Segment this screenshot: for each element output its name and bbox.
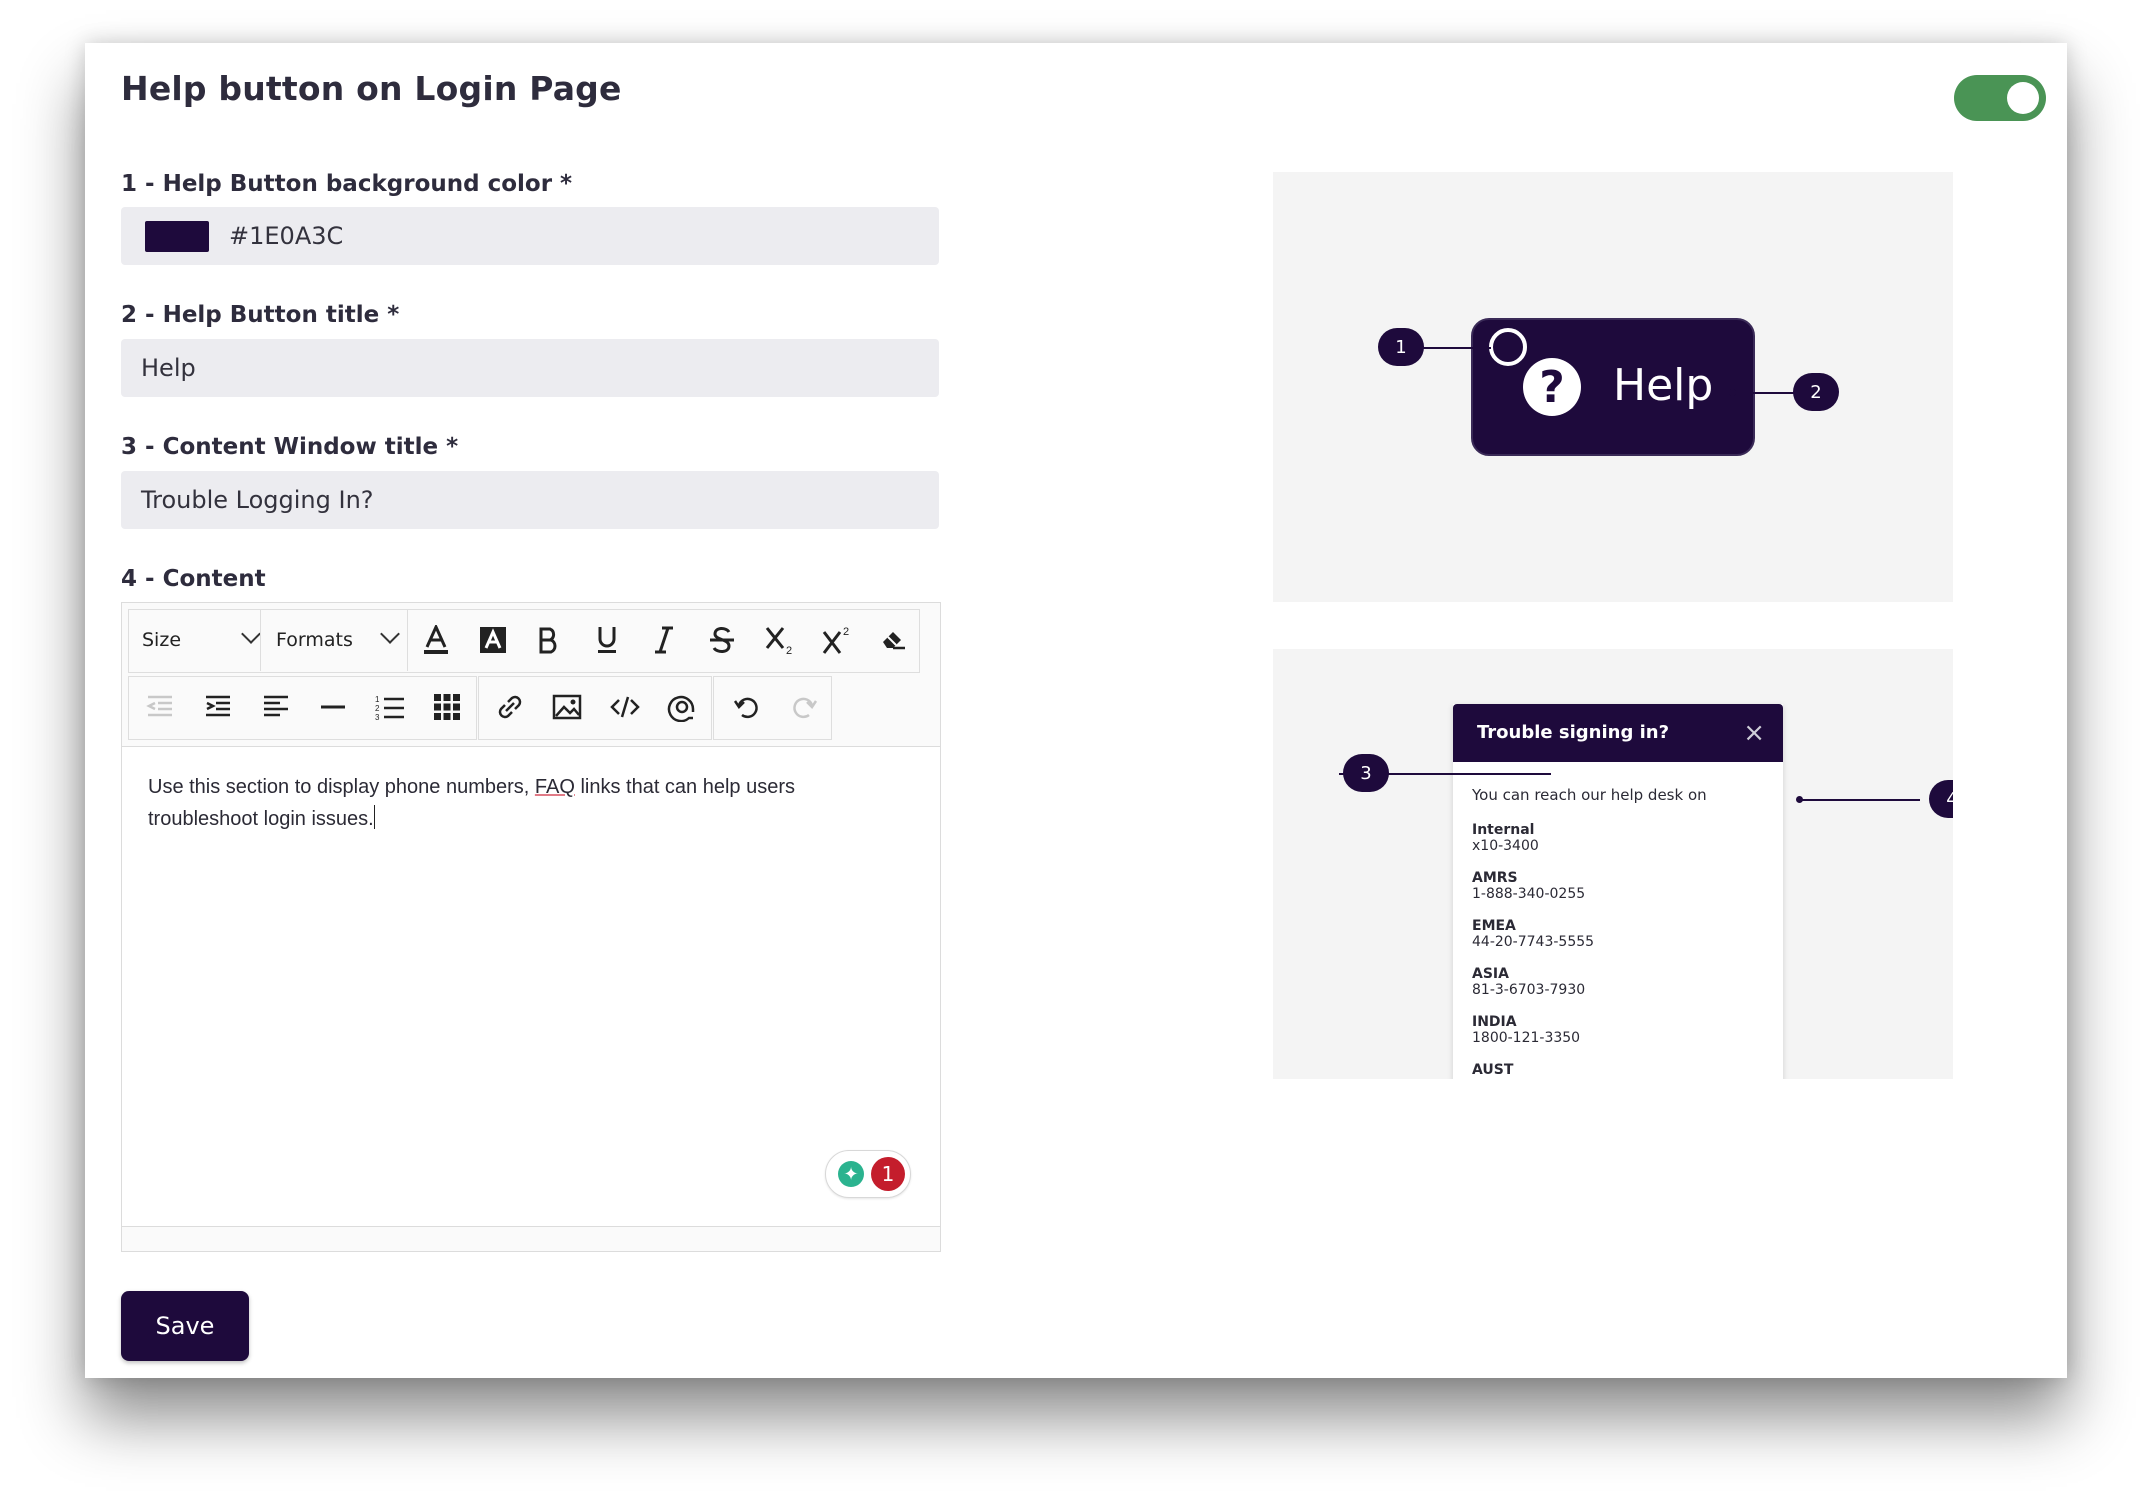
callout-4: 4 [1929, 780, 1953, 818]
svg-text:2: 2 [843, 626, 849, 638]
callout-2: 2 [1793, 373, 1839, 411]
callout-1: 1 [1378, 328, 1424, 366]
bg-color-value: #1E0A3C [229, 222, 344, 250]
toggle-knob [2007, 82, 2039, 114]
popup-intro: You can reach our help desk on [1472, 786, 1707, 804]
lightbulb-icon: ✦ [838, 1161, 864, 1187]
callout-line [1733, 392, 1795, 394]
close-icon: × [1743, 718, 1765, 748]
size-select[interactable]: Size [128, 611, 272, 669]
svg-text:2: 2 [375, 704, 380, 713]
list-item: INDIA 1800-121-3350 [1472, 1014, 1581, 1046]
content-window-preview: Trouble signing in? × You can reach our … [1273, 649, 1953, 1079]
popup-title: Trouble signing in? [1477, 722, 1670, 743]
svg-text:3: 3 [375, 713, 380, 721]
preview-help-button: ? Help [1471, 318, 1755, 456]
content-text-faq: FAQ [534, 776, 575, 798]
content-text-1: Use this section to display phone number… [148, 776, 535, 798]
grammar-assistant-badge[interactable]: ✦ 1 [825, 1150, 911, 1198]
underline-icon[interactable] [583, 616, 631, 664]
table-icon[interactable] [423, 683, 471, 731]
callout-line [1800, 799, 1920, 801]
editor-content[interactable]: Use this section to display phone number… [148, 771, 888, 835]
issue-count-badge: 1 [871, 1157, 905, 1191]
enable-toggle[interactable] [1954, 75, 2046, 121]
align-left-icon[interactable] [252, 683, 300, 731]
save-button[interactable]: Save [121, 1291, 249, 1361]
page-title: Help button on Login Page [121, 69, 622, 108]
question-mark-icon: ? [1523, 358, 1581, 416]
text-cursor [373, 805, 375, 829]
svg-text:1: 1 [375, 695, 380, 704]
bg-color-label: 1 - Help Button background color * [121, 171, 573, 197]
text-color-icon[interactable] [412, 616, 460, 664]
color-marker-ring [1489, 328, 1527, 366]
help-button-preview: ? Help 1 2 [1273, 172, 1953, 602]
horizontal-rule-icon[interactable] [309, 683, 357, 731]
button-title-input[interactable]: Help [121, 339, 939, 397]
callout-line [1421, 347, 1491, 349]
rich-text-editor[interactable]: Size Formats 2 2 1 2 3 Use this section … [121, 602, 941, 1252]
window-title-input[interactable]: Trouble Logging In? [121, 471, 939, 529]
strikethrough-icon[interactable] [698, 616, 746, 664]
list-item: AUST [1472, 1062, 1514, 1078]
window-title-label: 3 - Content Window title * [121, 434, 459, 460]
preview-popup: Trouble signing in? × You can reach our … [1453, 704, 1783, 1079]
highlight-color-icon[interactable] [469, 616, 517, 664]
italic-icon[interactable] [640, 616, 688, 664]
list-item: AMRS 1-888-340-0255 [1472, 870, 1586, 902]
settings-card: Help button on Login Page 1 - Help Butto… [85, 43, 2067, 1378]
bold-icon[interactable] [525, 616, 573, 664]
subscript-icon[interactable]: 2 [756, 616, 804, 664]
list-item: ASIA 81-3-6703-7930 [1472, 966, 1586, 998]
numbered-list-icon[interactable]: 123 [366, 683, 414, 731]
superscript-icon[interactable]: 2 [813, 616, 861, 664]
content-label: 4 - Content [121, 566, 266, 592]
popup-header: Trouble signing in? × [1453, 704, 1783, 762]
button-title-label: 2 - Help Button title * [121, 302, 400, 328]
indent-icon[interactable] [194, 683, 242, 731]
code-icon[interactable] [601, 683, 649, 731]
outdent-icon[interactable] [136, 683, 184, 731]
formats-select[interactable]: Formats [262, 611, 411, 669]
editor-toolbar: Size Formats 2 2 1 2 3 [122, 603, 940, 747]
callout-3: 3 [1343, 754, 1389, 792]
editor-statusbar [122, 1226, 940, 1251]
chevron-down-icon [241, 624, 261, 644]
mention-icon[interactable] [658, 683, 706, 731]
window-title-value: Trouble Logging In? [141, 486, 374, 514]
preview-help-label: Help [1613, 360, 1714, 411]
image-icon[interactable] [543, 683, 591, 731]
link-icon[interactable] [486, 683, 534, 731]
chevron-down-icon [380, 624, 400, 644]
size-select-label: Size [142, 629, 182, 651]
bg-color-field[interactable]: #1E0A3C [121, 207, 939, 265]
undo-icon[interactable] [723, 683, 771, 731]
svg-text:2: 2 [786, 645, 792, 655]
list-item: Internal x10-3400 [1472, 822, 1539, 854]
formats-select-label: Formats [276, 629, 353, 651]
clear-format-icon[interactable] [869, 616, 917, 664]
list-item: EMEA 44-20-7743-5555 [1472, 918, 1595, 950]
color-swatch[interactable] [145, 220, 209, 252]
redo-icon[interactable] [780, 683, 828, 731]
button-title-value: Help [141, 354, 196, 382]
